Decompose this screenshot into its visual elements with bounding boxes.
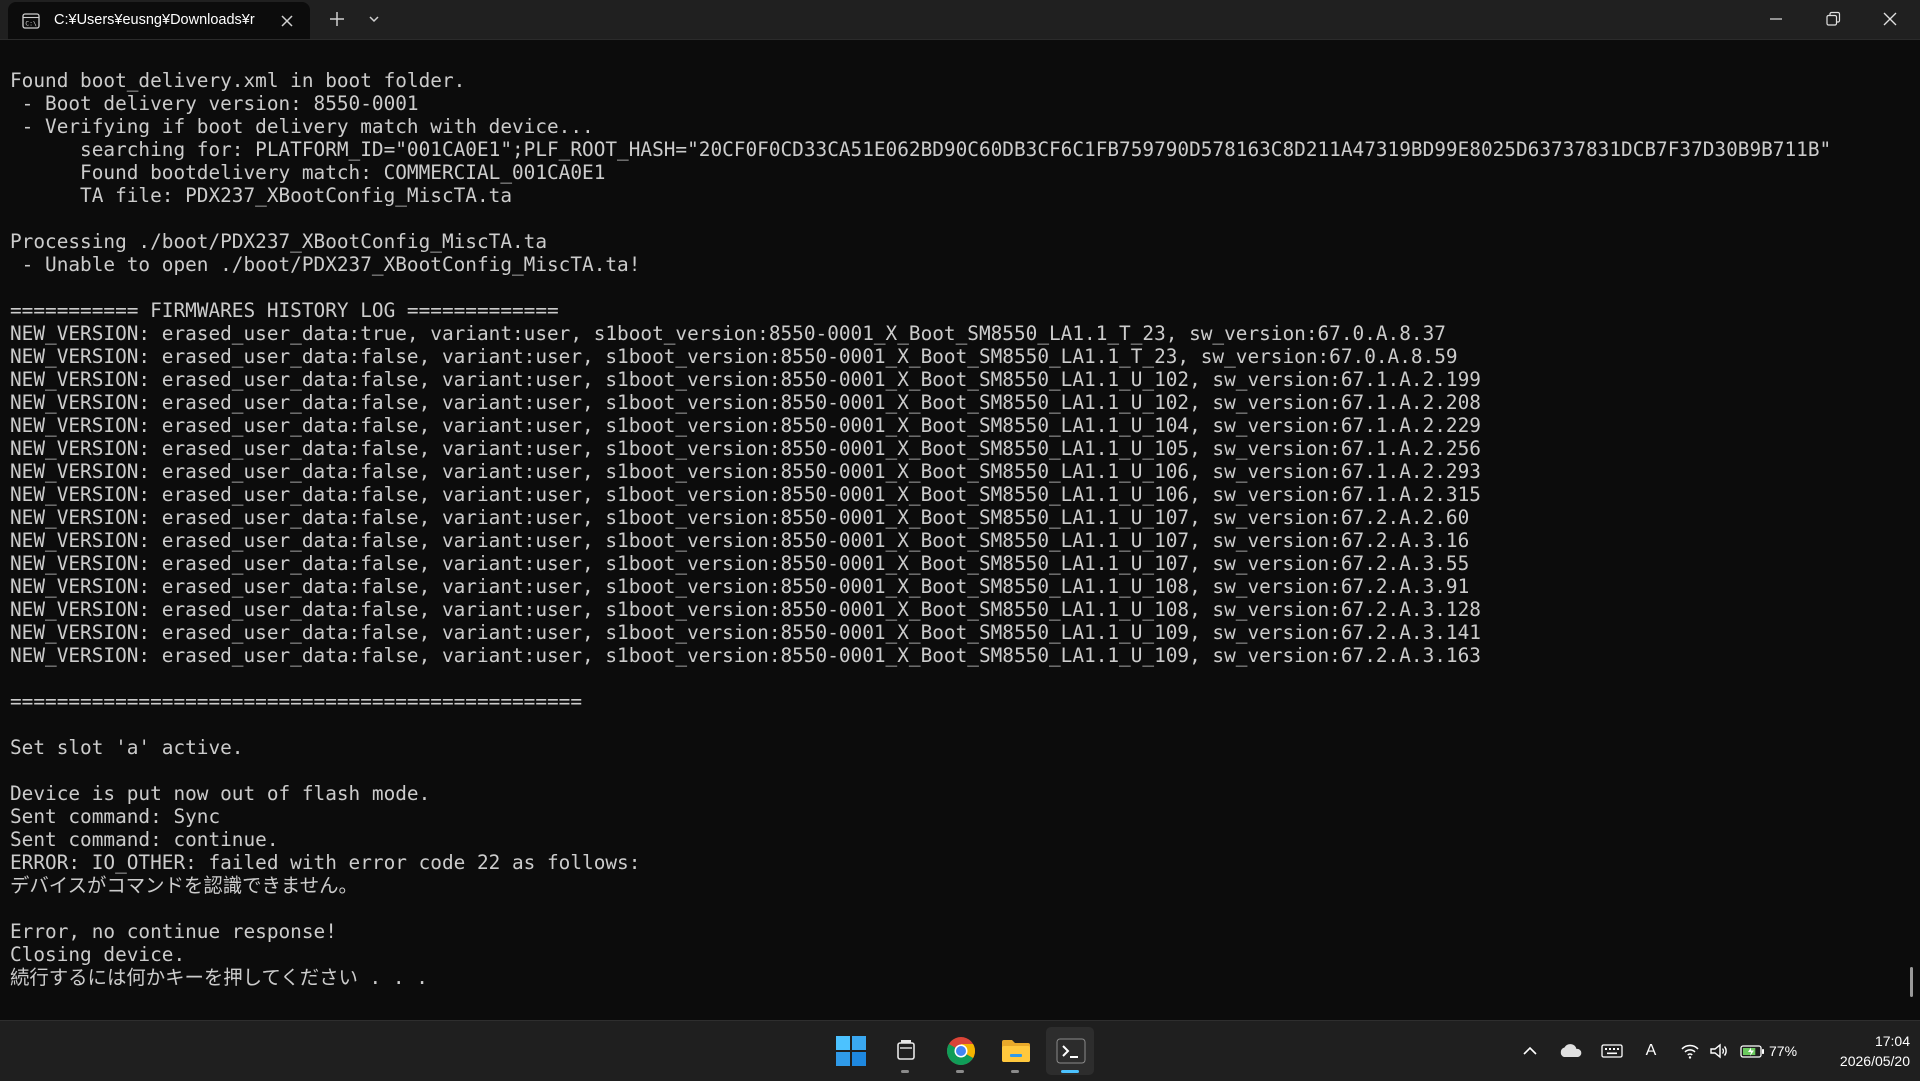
terminal-line: NEW_VERSION: erased_user_data:false, var… [10, 414, 1481, 437]
terminal-line: Processing ./boot/PDX237_XBootConfig_Mis… [10, 230, 548, 253]
close-icon [1883, 12, 1897, 26]
terminal-app-button[interactable] [1046, 1027, 1094, 1075]
terminal-line: NEW_VERSION: erased_user_data:true, vari… [10, 322, 1446, 345]
terminal-line: Sent command: Sync [10, 805, 221, 828]
terminal-line: Error, no continue response! [10, 920, 337, 943]
terminal-line: デバイスがコマンドを認識できません。 [10, 874, 358, 897]
ime-indicator[interactable]: A [1642, 1039, 1660, 1063]
tab-title: C:¥Users¥eusng¥Downloads¥r [54, 12, 255, 28]
battery-icon[interactable] [1740, 1039, 1766, 1063]
folder-icon [1002, 1040, 1030, 1062]
terminal-line: - Unable to open ./boot/PDX237_XBootConf… [10, 253, 641, 276]
wifi-icon[interactable] [1680, 1039, 1700, 1063]
battery-percent: 77% [1769, 1043, 1798, 1059]
terminal-line: - Verifying if boot delivery match with … [10, 115, 594, 138]
onedrive-cloud-icon[interactable] [1558, 1039, 1584, 1063]
terminal-line: Set slot 'a' active. [10, 736, 244, 759]
terminal-line: ERROR: IO_OTHER: failed with error code … [10, 851, 641, 874]
terminal-icon [1056, 1038, 1086, 1064]
clock-time: 17:04 [1874, 1033, 1910, 1049]
terminal-line: NEW_VERSION: erased_user_data:false, var… [10, 391, 1481, 414]
terminal-line: Found boot_delivery.xml in boot folder. [10, 69, 466, 92]
svg-text:C:\: C:\ [25, 20, 37, 28]
terminal-window: C:\ C:¥Users¥eusng¥Downloads¥r Found boo… [0, 0, 1920, 1020]
minimize-icon [1770, 18, 1782, 20]
terminal-line: TA file: PDX237_XBootConfig_MiscTA.ta [10, 184, 512, 207]
terminal-line: =========== FIRMWARES HISTORY LOG ======… [10, 299, 559, 322]
clock-date: 2026/05/20 [1839, 1053, 1910, 1069]
close-button[interactable] [1862, 0, 1918, 38]
running-indicator [1011, 1070, 1019, 1073]
chrome-button[interactable] [936, 1027, 984, 1075]
terminal-line: NEW_VERSION: erased_user_data:false, var… [10, 345, 1458, 368]
file-explorer-button[interactable] [991, 1027, 1039, 1075]
scrollbar-thumb[interactable] [1910, 967, 1913, 997]
volume-icon[interactable] [1709, 1039, 1729, 1063]
title-bar: C:\ C:¥Users¥eusng¥Downloads¥r [0, 0, 1920, 40]
clock[interactable]: 17:04 2026/05/20 [1812, 1031, 1910, 1071]
chrome-icon [947, 1037, 975, 1065]
terminal-line: NEW_VERSION: erased_user_data:false, var… [10, 483, 1481, 506]
terminal-line: NEW_VERSION: erased_user_data:false, var… [10, 644, 1481, 667]
chevron-up-icon[interactable] [1520, 1039, 1540, 1063]
keyboard-icon[interactable] [1600, 1039, 1624, 1063]
restore-icon [1826, 11, 1841, 26]
task-view-button[interactable] [881, 1027, 929, 1075]
taskbar: A 77% 17:04 2026/05/20 [0, 1020, 1920, 1081]
terminal-line: NEW_VERSION: erased_user_data:false, var… [10, 552, 1470, 575]
start-button[interactable] [826, 1027, 874, 1075]
terminal-line: Device is put now out of flash mode. [10, 782, 431, 805]
console-icon: C:\ [22, 13, 40, 29]
running-indicator [901, 1070, 909, 1073]
terminal-output[interactable]: Found boot_delivery.xml in boot folder. … [10, 69, 1905, 989]
terminal-line: ========================================… [10, 690, 583, 713]
terminal-line: NEW_VERSION: erased_user_data:false, var… [10, 575, 1470, 598]
minimize-button[interactable] [1748, 0, 1804, 38]
active-indicator [1061, 1070, 1079, 1073]
terminal-line: NEW_VERSION: erased_user_data:false, var… [10, 621, 1481, 644]
restore-button[interactable] [1805, 0, 1861, 38]
terminal-line: NEW_VERSION: erased_user_data:false, var… [10, 460, 1481, 483]
terminal-line: 続行するには何かキーを押してください . . . [10, 966, 428, 989]
terminal-line: Closing device. [10, 943, 186, 966]
terminal-line: NEW_VERSION: erased_user_data:false, var… [10, 506, 1470, 529]
task-view-icon [897, 1040, 915, 1060]
terminal-line: Sent command: continue. [10, 828, 279, 851]
running-indicator [956, 1070, 964, 1073]
terminal-line: NEW_VERSION: erased_user_data:false, var… [10, 529, 1470, 552]
tab-close-icon[interactable] [278, 12, 296, 30]
windows-logo-icon [836, 1036, 866, 1066]
terminal-line: NEW_VERSION: erased_user_data:false, var… [10, 368, 1481, 391]
chevron-down-icon[interactable] [364, 10, 384, 28]
terminal-line: NEW_VERSION: erased_user_data:false, var… [10, 598, 1481, 621]
terminal-line: searching for: PLATFORM_ID="001CA0E1";PL… [10, 138, 1832, 161]
new-tab-icon[interactable] [326, 8, 348, 30]
terminal-line: Found bootdelivery match: COMMERCIAL_001… [10, 161, 606, 184]
terminal-tab[interactable]: C:\ C:¥Users¥eusng¥Downloads¥r [8, 2, 310, 39]
terminal-line: NEW_VERSION: erased_user_data:false, var… [10, 437, 1481, 460]
terminal-line: - Boot delivery version: 8550-0001 [10, 92, 419, 115]
